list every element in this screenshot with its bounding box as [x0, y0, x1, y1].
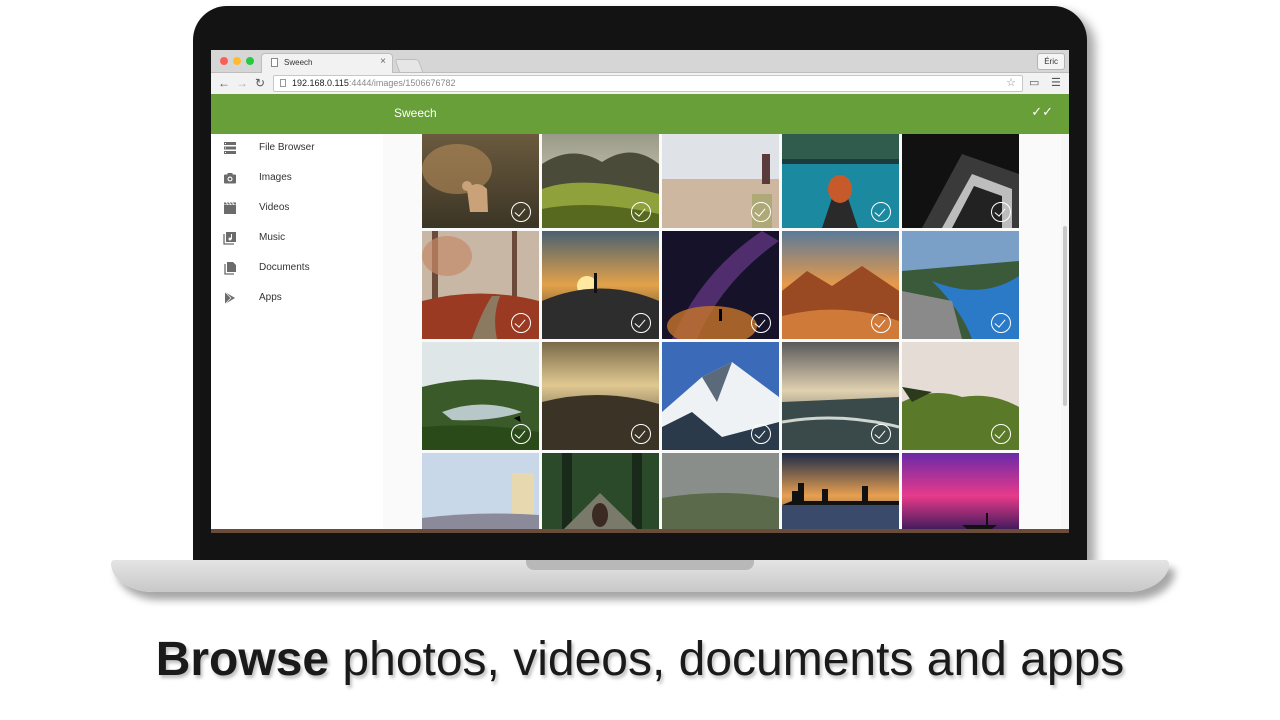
page-icon: [271, 58, 278, 67]
image-thumbnail-valley[interactable]: [542, 134, 659, 228]
document-icon: [224, 262, 236, 275]
select-check-icon[interactable]: [751, 424, 771, 444]
double-check-icon[interactable]: ✓✓: [1031, 104, 1053, 120]
select-check-icon[interactable]: [751, 202, 771, 222]
image-thumbnail-deer[interactable]: [422, 134, 539, 228]
back-arrow-icon[interactable]: ←: [218, 76, 230, 90]
sidebar-item-file-browser[interactable]: File Browser: [211, 137, 383, 161]
sidebar-item-apps[interactable]: Apps: [211, 287, 383, 311]
image-thumbnail-forest-bridge[interactable]: [542, 453, 659, 531]
url-text: 192.168.0.115:4444/images/1506676782: [292, 78, 456, 88]
sidebar-item-label: Images: [259, 172, 292, 183]
sidebar: File Browser Images Videos Music Documen…: [211, 134, 384, 531]
reload-icon[interactable]: ↻: [255, 76, 265, 90]
image-thumbnail-canoe-lake[interactable]: [782, 134, 899, 228]
page-info-icon: [280, 79, 286, 87]
menu-icon[interactable]: ☰: [1051, 76, 1061, 89]
sidebar-item-label: Documents: [259, 262, 310, 273]
browser-tab[interactable]: Sweech ×: [261, 53, 393, 73]
sidebar-item-music[interactable]: Music: [211, 227, 383, 251]
minimize-window-dot[interactable]: [233, 57, 241, 65]
sidebar-item-label: File Browser: [259, 142, 315, 153]
select-check-icon[interactable]: [511, 202, 531, 222]
camera-icon: [224, 173, 236, 184]
sidebar-item-label: Music: [259, 232, 286, 243]
sidebar-item-videos[interactable]: Videos: [211, 197, 383, 221]
image-thumbnail-autumn-forest[interactable]: [422, 231, 539, 339]
image-thumbnail-purple-sunset[interactable]: [902, 453, 1019, 531]
caption-rest: photos, videos, documents and apps: [329, 633, 1125, 686]
promo-caption: Browse photos, videos, documents and app…: [0, 632, 1280, 687]
select-check-icon[interactable]: [511, 424, 531, 444]
sidebar-item-label: Apps: [259, 292, 282, 303]
play-store-icon: [224, 291, 235, 305]
forward-arrow-icon[interactable]: →: [236, 76, 248, 90]
laptop-screen: Sweech × Éric ← → ↻ 192.168.0.115:4444/i…: [211, 50, 1069, 531]
image-thumbnail-city-skyline[interactable]: [782, 453, 899, 531]
sidebar-item-documents[interactable]: Documents: [211, 257, 383, 281]
image-thumbnail-building[interactable]: [902, 134, 1019, 228]
address-bar[interactable]: 192.168.0.115:4444/images/1506676782 ☆: [273, 75, 1023, 92]
image-thumbnail-skatepark-sunset[interactable]: [542, 231, 659, 339]
close-window-dot[interactable]: [220, 57, 228, 65]
close-tab-icon[interactable]: ×: [380, 56, 386, 67]
select-check-icon[interactable]: [991, 424, 1011, 444]
bookmark-star-icon[interactable]: ☆: [1006, 76, 1016, 89]
select-check-icon[interactable]: [871, 424, 891, 444]
image-thumbnail-ocean-waves[interactable]: [782, 342, 899, 450]
image-thumbnail-milky-way[interactable]: [662, 231, 779, 339]
image-thumbnail-lighthouse[interactable]: [422, 453, 539, 531]
image-thumbnail-fjord[interactable]: [902, 231, 1019, 339]
sidebar-item-label: Videos: [259, 202, 290, 213]
image-thumbnail-green-hills[interactable]: [902, 342, 1019, 450]
image-thumbnail-snowy-mountain[interactable]: [662, 342, 779, 450]
select-check-icon[interactable]: [511, 313, 531, 333]
image-thumbnail-beach-family[interactable]: [662, 134, 779, 228]
caption-bold: Browse: [155, 633, 330, 686]
sidebar-item-images[interactable]: Images: [211, 167, 383, 191]
select-check-icon[interactable]: [991, 202, 1011, 222]
app-title: Sweech: [394, 106, 437, 120]
screen-bottom-edge: [211, 529, 1069, 533]
select-check-icon[interactable]: [631, 424, 651, 444]
image-thumbnail-foggy-field[interactable]: [662, 453, 779, 531]
select-check-icon[interactable]: [631, 313, 651, 333]
maximize-window-dot[interactable]: [246, 57, 254, 65]
laptop-base-notch: [526, 560, 754, 570]
tab-title: Sweech: [284, 58, 313, 67]
cast-icon[interactable]: ▭: [1029, 76, 1039, 89]
film-icon: [224, 202, 236, 214]
select-check-icon[interactable]: [871, 202, 891, 222]
scrollbar-thumb[interactable]: [1063, 226, 1067, 406]
app-header: Sweech ✓✓: [211, 94, 1069, 134]
file-browser-icon: [224, 142, 236, 154]
image-thumbnail-river-jungle[interactable]: [422, 342, 539, 450]
select-check-icon[interactable]: [871, 313, 891, 333]
select-check-icon[interactable]: [991, 313, 1011, 333]
image-thumbnail-misty-hills[interactable]: [542, 342, 659, 450]
user-profile-button[interactable]: Éric: [1037, 53, 1065, 70]
new-tab-button[interactable]: [394, 59, 424, 73]
browser-toolbar: ← → ↻ 192.168.0.115:4444/images/15066767…: [211, 73, 1069, 95]
select-check-icon[interactable]: [751, 313, 771, 333]
music-library-icon: [223, 232, 236, 245]
select-check-icon[interactable]: [631, 202, 651, 222]
browser-tab-bar: Sweech × Éric: [211, 50, 1069, 73]
image-thumbnail-mountain-clouds[interactable]: [782, 231, 899, 339]
